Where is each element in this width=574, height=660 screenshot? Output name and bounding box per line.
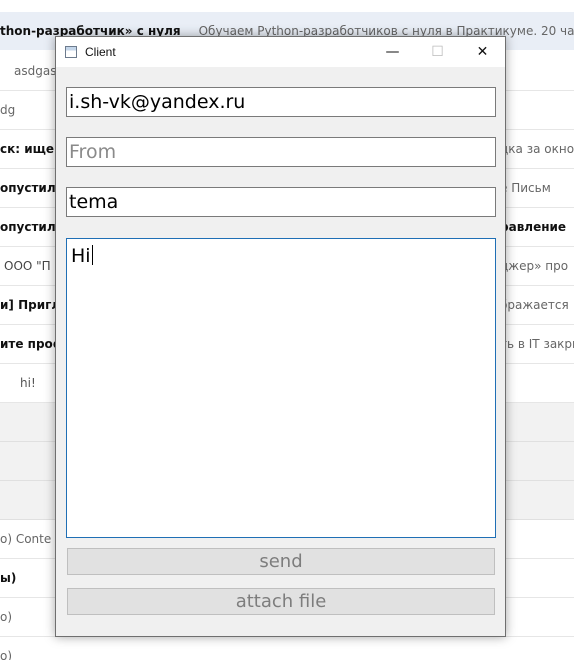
list-item-sender: ООО "П bbox=[4, 259, 51, 273]
message-body-text: Hi bbox=[71, 245, 91, 267]
list-item-preview: е Письм bbox=[500, 181, 551, 195]
list-item-subject: ы) bbox=[0, 571, 17, 585]
maximize-button[interactable]: ☐ bbox=[415, 37, 460, 67]
list-item-preview: джер» про bbox=[500, 259, 569, 273]
message-body-textarea[interactable]: Hi bbox=[66, 238, 496, 538]
list-item-preview: бражается bbox=[500, 298, 569, 312]
to-email-input[interactable]: i.sh-vk@yandex.ru bbox=[66, 87, 496, 117]
list-item-subject: о) bbox=[0, 610, 13, 624]
text-caret bbox=[91, 245, 93, 265]
list-item-sender: dg bbox=[0, 103, 16, 117]
app-icon bbox=[65, 46, 77, 58]
list-item-preview: равление bbox=[500, 220, 567, 234]
client-window: Client — ☐ ✕ i.sh-vk@yandex.ru From tema… bbox=[55, 36, 506, 637]
send-button[interactable]: send bbox=[67, 548, 495, 575]
close-button[interactable]: ✕ bbox=[460, 37, 505, 67]
attach-file-button[interactable]: attach file bbox=[67, 588, 495, 615]
subject-input[interactable]: tema bbox=[66, 187, 496, 217]
title-bar[interactable]: Client — ☐ ✕ bbox=[56, 37, 505, 67]
window-title: Client bbox=[85, 45, 116, 59]
list-item[interactable]: о) bbox=[0, 637, 574, 660]
list-item-subject: hi! bbox=[20, 376, 36, 390]
list-item-sender: о) Conte bbox=[0, 532, 52, 546]
list-item-subject: о) bbox=[0, 649, 13, 660]
list-item-preview: дка за окно bbox=[500, 142, 574, 156]
list-item-preview: ть в IT закры bbox=[500, 337, 574, 351]
minimize-button[interactable]: — bbox=[370, 37, 415, 67]
list-item-sender: asdgas bbox=[14, 64, 57, 78]
from-input[interactable]: From bbox=[66, 137, 496, 167]
